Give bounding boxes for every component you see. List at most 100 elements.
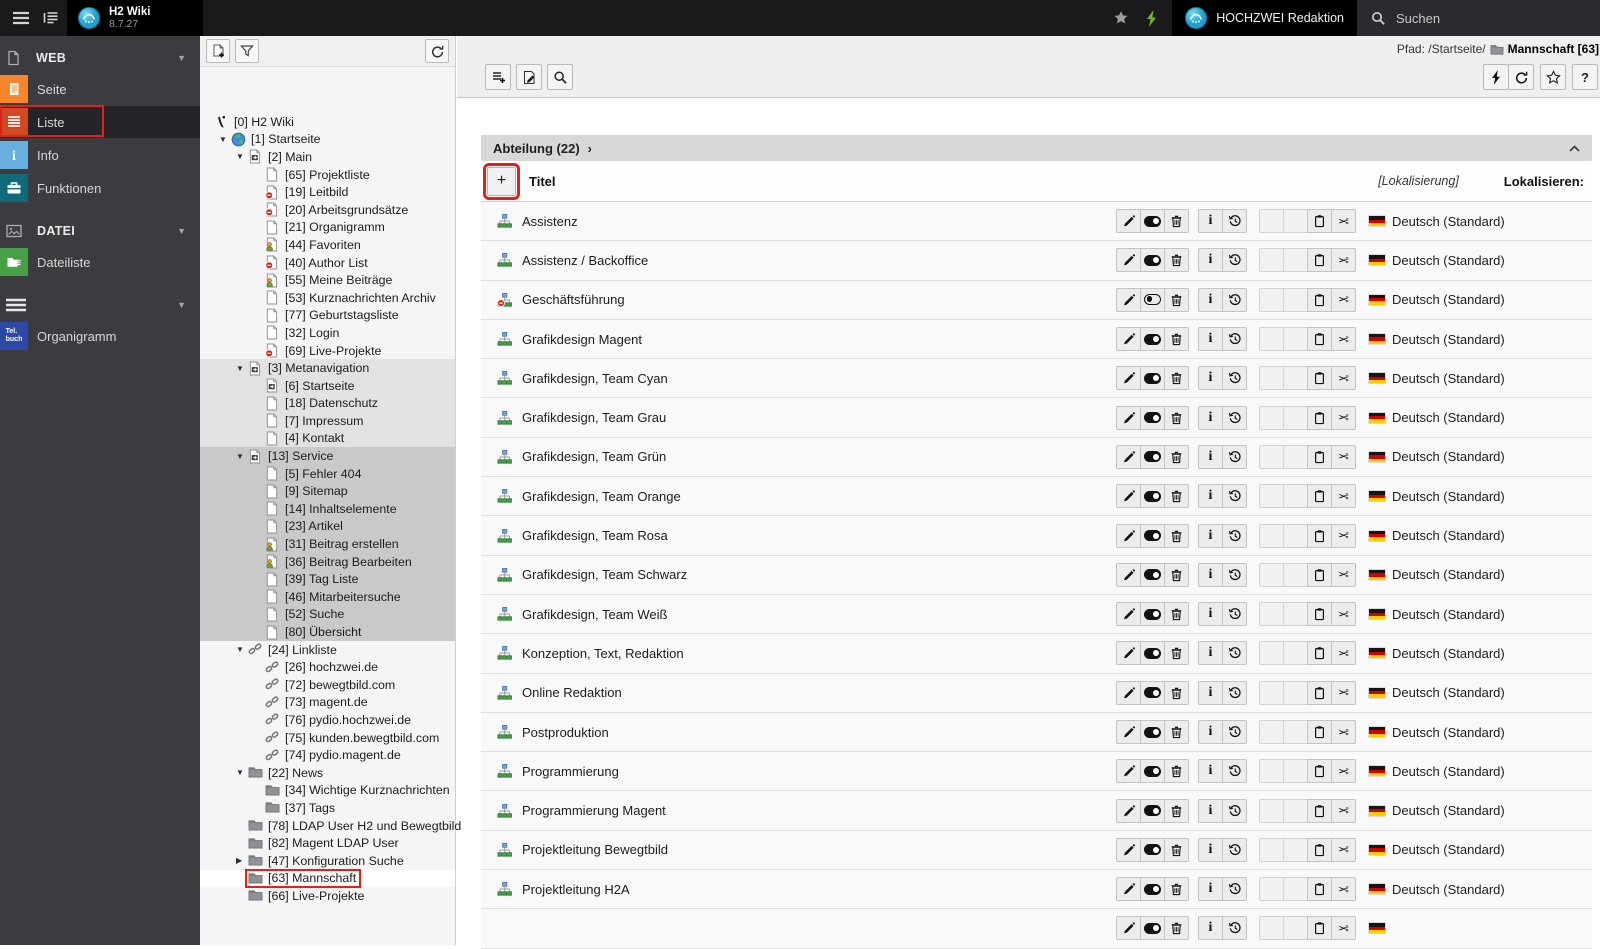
tree-node[interactable]: [4] Kontakt: [200, 430, 455, 448]
history-button[interactable]: [1222, 563, 1247, 587]
cut-button[interactable]: ✂: [1331, 524, 1356, 548]
record-title[interactable]: Grafikdesign, Team Grün: [522, 449, 666, 464]
paste-button[interactable]: [1307, 681, 1332, 705]
sidebar-item-dateiliste[interactable]: Dateiliste: [0, 246, 200, 278]
tree-node[interactable]: [18] Datenschutz: [200, 395, 455, 413]
history-button[interactable]: [1222, 366, 1247, 390]
tree-node[interactable]: [21] Organigramm: [200, 219, 455, 237]
info-button[interactable]: i: [1198, 877, 1223, 901]
tree-node[interactable]: [37] Tags: [200, 799, 455, 817]
history-button[interactable]: [1222, 524, 1247, 548]
tree-node[interactable]: [63] Mannschaft: [200, 870, 455, 888]
hide-toggle-button[interactable]: [1140, 209, 1165, 233]
info-button[interactable]: i: [1198, 524, 1223, 548]
hide-toggle-button[interactable]: [1140, 484, 1165, 508]
edit-button[interactable]: [1116, 799, 1141, 823]
tree-node[interactable]: [74] pydio.magent.de: [200, 746, 455, 764]
history-button[interactable]: [1222, 799, 1247, 823]
delete-button[interactable]: [1164, 838, 1189, 862]
info-button[interactable]: i: [1198, 916, 1223, 940]
hide-toggle-button[interactable]: [1140, 838, 1165, 862]
cut-button[interactable]: ✂: [1331, 563, 1356, 587]
expand-open-icon[interactable]: ▼: [236, 768, 248, 777]
hide-toggle-button[interactable]: [1140, 720, 1165, 744]
tree-node[interactable]: [82] Magent LDAP User: [200, 834, 455, 852]
history-button[interactable]: [1222, 406, 1247, 430]
info-button[interactable]: i: [1198, 366, 1223, 390]
delete-button[interactable]: [1164, 524, 1189, 548]
tree-node[interactable]: [73] magent.de: [200, 694, 455, 712]
edit-button[interactable]: [1116, 563, 1141, 587]
expand-open-icon[interactable]: ▼: [219, 135, 231, 144]
hide-toggle-button[interactable]: [1140, 366, 1165, 390]
delete-button[interactable]: [1164, 209, 1189, 233]
hide-toggle-button[interactable]: [1140, 602, 1165, 626]
cut-button[interactable]: ✂: [1331, 288, 1356, 312]
refresh-tree-button[interactable]: [425, 39, 449, 63]
history-button[interactable]: [1222, 759, 1247, 783]
tree-node[interactable]: [14] Inhaltselemente: [200, 500, 455, 518]
edit-button[interactable]: [1116, 445, 1141, 469]
tree-node[interactable]: [34] Wichtige Kurznachrichten: [200, 782, 455, 800]
history-button[interactable]: [1222, 445, 1247, 469]
tree-node[interactable]: [77] Geburtstagsliste: [200, 307, 455, 325]
paste-button[interactable]: [1307, 641, 1332, 665]
delete-button[interactable]: [1164, 799, 1189, 823]
tree-node[interactable]: [23] Artikel: [200, 518, 455, 536]
sidebar-item-funktionen[interactable]: Funktionen: [0, 172, 200, 204]
tree-node[interactable]: [66] Live-Projekte: [200, 887, 455, 905]
paste-button[interactable]: [1307, 484, 1332, 508]
paste-button[interactable]: [1307, 916, 1332, 940]
edit-page-button[interactable]: [516, 64, 542, 90]
tree-node[interactable]: [20] Arbeitsgrundsätze: [200, 201, 455, 219]
module-group-header[interactable]: ▼: [0, 291, 200, 319]
delete-button[interactable]: [1164, 248, 1189, 272]
expand-open-icon[interactable]: ▼: [236, 452, 248, 461]
delete-button[interactable]: [1164, 288, 1189, 312]
paste-button[interactable]: [1307, 524, 1332, 548]
tree-node[interactable]: [5] Fehler 404: [200, 465, 455, 483]
edit-button[interactable]: [1116, 720, 1141, 744]
edit-button[interactable]: [1116, 838, 1141, 862]
history-button[interactable]: [1222, 641, 1247, 665]
cut-button[interactable]: ✂: [1331, 602, 1356, 626]
hide-toggle-button[interactable]: [1140, 563, 1165, 587]
filter-button[interactable]: [235, 39, 259, 63]
hide-toggle-button[interactable]: [1140, 681, 1165, 705]
record-title[interactable]: Grafikdesign, Team Rosa: [522, 528, 668, 543]
hide-toggle-button[interactable]: [1140, 916, 1165, 940]
info-button[interactable]: i: [1198, 681, 1223, 705]
edit-button[interactable]: [1116, 602, 1141, 626]
record-title[interactable]: Grafikdesign, Team Orange: [522, 489, 681, 504]
module-group-header[interactable]: DATEI▼: [0, 217, 200, 245]
paste-button[interactable]: [1307, 209, 1332, 233]
expand-open-icon[interactable]: ▼: [236, 645, 248, 654]
new-page-button[interactable]: [206, 39, 230, 63]
tree-node[interactable]: ▶[47] Konfiguration Suche: [200, 852, 455, 870]
hide-toggle-button[interactable]: [1140, 641, 1165, 665]
edit-button[interactable]: [1116, 248, 1141, 272]
record-title[interactable]: Grafikdesign, Team Grau: [522, 410, 666, 425]
unhide-toggle-button[interactable]: [1140, 288, 1165, 312]
info-button[interactable]: i: [1198, 602, 1223, 626]
history-button[interactable]: [1222, 327, 1247, 351]
collapse-section-icon[interactable]: [1569, 145, 1580, 152]
hide-toggle-button[interactable]: [1140, 524, 1165, 548]
info-button[interactable]: i: [1198, 759, 1223, 783]
edit-button[interactable]: [1116, 524, 1141, 548]
info-button[interactable]: i: [1198, 799, 1223, 823]
tree-node[interactable]: [31] Beitrag erstellen: [200, 535, 455, 553]
tree-node[interactable]: [9] Sitemap: [200, 482, 455, 500]
module-group-header[interactable]: WEB▼: [0, 44, 200, 72]
delete-button[interactable]: [1164, 720, 1189, 744]
sidebar-item-organigramm[interactable]: Tel.buchOrganigramm: [0, 320, 200, 352]
tree-node[interactable]: ▼[3] Metanavigation: [200, 359, 455, 377]
info-button[interactable]: i: [1198, 445, 1223, 469]
tree-node[interactable]: ▼[24] Linkliste: [200, 641, 455, 659]
paste-button[interactable]: [1307, 602, 1332, 626]
cache-bolt-button[interactable]: [1483, 64, 1509, 90]
paste-button[interactable]: [1307, 288, 1332, 312]
cut-button[interactable]: ✂: [1331, 209, 1356, 233]
tree-node[interactable]: [78] LDAP User H2 und Bewegtbild: [200, 817, 455, 835]
edit-button[interactable]: [1116, 916, 1141, 940]
